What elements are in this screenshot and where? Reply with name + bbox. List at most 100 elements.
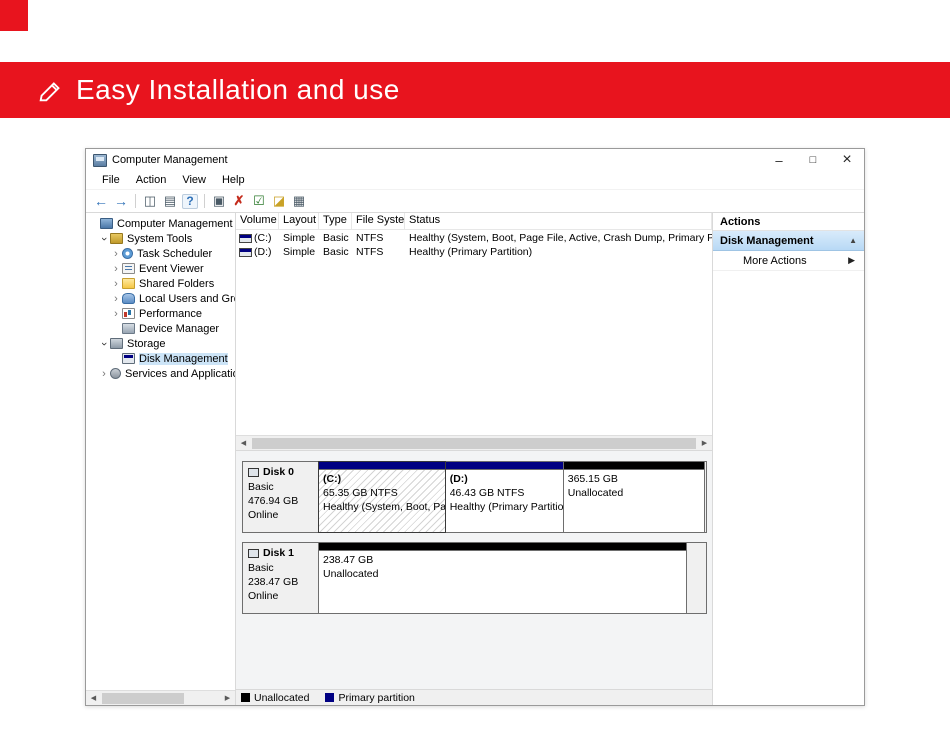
tree-item-disk-management[interactable]: Disk Management [86, 351, 235, 366]
disk-0-status: Online [248, 509, 314, 523]
chevron-right-icon[interactable]: › [99, 369, 109, 379]
disk-1-partitions: 238.47 GB Unallocated [319, 543, 706, 613]
screen-icon[interactable]: ▣ [209, 192, 229, 210]
export-list-icon[interactable]: ▤ [160, 192, 180, 210]
action-disk-management[interactable]: Disk Management ▲ [713, 231, 864, 251]
menu-action[interactable]: Action [128, 174, 175, 186]
banner: Easy Installation and use [0, 62, 950, 118]
tree-item-performance[interactable]: › Performance [86, 306, 235, 321]
actions-header: Actions [713, 213, 864, 231]
window-main: Computer Management (Local › System Tool… [86, 213, 864, 705]
column-type[interactable]: Type [319, 213, 352, 229]
volume-icon [239, 248, 252, 257]
clock-icon [122, 248, 133, 259]
chevron-right-icon[interactable]: › [111, 249, 121, 259]
chevron-right-icon[interactable]: › [111, 264, 121, 274]
pen-icon [36, 75, 66, 105]
console-tree-pane: Computer Management (Local › System Tool… [86, 213, 236, 705]
tree-item-system-tools[interactable]: › System Tools [86, 231, 235, 246]
disk-0-row: Disk 0 Basic 476.94 GB Online (C:) 65.35… [242, 461, 707, 533]
tree-horizontal-scrollbar[interactable]: ◀ ▶ [86, 690, 235, 705]
column-layout[interactable]: Layout [279, 213, 319, 229]
storage-icon [110, 338, 123, 349]
tree-item-shared-folders[interactable]: › Shared Folders [86, 276, 235, 291]
system-tools-icon [110, 233, 123, 244]
column-file-system[interactable]: File System [352, 213, 405, 229]
shared-folder-icon [122, 278, 135, 289]
menu-file[interactable]: File [94, 174, 128, 186]
titlebar: Computer Management – □ × [86, 149, 864, 171]
console-tree-icon[interactable]: ◫ [140, 192, 160, 210]
disk-0-kind: Basic [248, 481, 314, 495]
scrollbar-thumb[interactable] [102, 693, 184, 704]
legend-primary-partition: Primary partition [325, 692, 414, 704]
menu-view[interactable]: View [174, 174, 214, 186]
chevron-right-icon[interactable]: › [111, 294, 121, 304]
tree-item-device-manager[interactable]: Device Manager [86, 321, 235, 336]
services-icon [110, 368, 121, 379]
scrollbar-thumb[interactable] [252, 438, 696, 449]
close-button[interactable]: × [830, 149, 864, 171]
menu-help[interactable]: Help [214, 174, 253, 186]
scroll-right-icon[interactable]: ▶ [697, 436, 712, 451]
disk-management-icon [122, 353, 135, 364]
disk-0-partitions: (C:) 65.35 GB NTFS Healthy (System, Boot… [319, 462, 706, 532]
disk-0-size: 476.94 GB [248, 495, 314, 509]
unallocated-region-disk1[interactable]: 238.47 GB Unallocated [319, 543, 687, 613]
tree-item-storage[interactable]: › Storage [86, 336, 235, 351]
column-volume[interactable]: Volume [236, 213, 279, 229]
volume-list-horizontal-scrollbar[interactable]: ◀ ▶ [236, 435, 712, 450]
grid-icon[interactable]: ▦ [289, 192, 309, 210]
scroll-right-icon[interactable]: ▶ [220, 691, 235, 706]
chevron-down-icon[interactable]: › [99, 339, 109, 349]
forward-arrow-icon[interactable]: → [111, 192, 131, 210]
legend-bar: Unallocated Primary partition [236, 689, 712, 705]
console-tree: Computer Management (Local › System Tool… [86, 213, 235, 690]
center-pane: Volume Layout Type File System Status (C… [236, 213, 712, 705]
collapse-icon[interactable]: ▲ [849, 236, 857, 245]
disk-icon [248, 549, 259, 558]
tree-item-event-viewer[interactable]: › Event Viewer [86, 261, 235, 276]
delete-icon[interactable]: ✗ [229, 192, 249, 210]
computer-management-window: Computer Management – □ × File Action Vi… [85, 148, 865, 706]
menubar: File Action View Help [86, 171, 864, 190]
chevron-right-icon[interactable]: › [111, 309, 121, 319]
tree-item-local-users-groups[interactable]: › Local Users and Groups [86, 291, 235, 306]
disk-1-header[interactable]: Disk 1 Basic 238.47 GB Online [243, 543, 319, 613]
minimize-button[interactable]: – [762, 149, 796, 171]
chevron-down-icon[interactable]: › [99, 234, 109, 244]
scroll-left-icon[interactable]: ◀ [236, 436, 251, 451]
unallocated-band [564, 462, 704, 470]
performance-icon [122, 308, 135, 319]
help-icon[interactable]: ? [182, 194, 198, 209]
expand-icon[interactable]: ▶ [848, 255, 855, 266]
maximize-button[interactable]: □ [796, 149, 830, 171]
primary-partition-band [319, 462, 445, 470]
disk-0-header[interactable]: Disk 0 Basic 476.94 GB Online [243, 462, 319, 532]
partition-c[interactable]: (C:) 65.35 GB NTFS Healthy (System, Boot… [318, 461, 446, 533]
column-status[interactable]: Status [405, 213, 712, 229]
volume-row-c[interactable]: (C:) Simple Basic NTFS Healthy (System, … [236, 231, 712, 245]
tree-item-services-applications[interactable]: › Services and Applications [86, 366, 235, 381]
back-arrow-icon[interactable]: ← [91, 192, 111, 210]
corner-red-square [0, 0, 28, 31]
tree-item-task-scheduler[interactable]: › Task Scheduler [86, 246, 235, 261]
volume-list-header: Volume Layout Type File System Status [236, 213, 712, 230]
tree-item-computer-management[interactable]: Computer Management (Local [86, 216, 235, 231]
volume-icon [239, 234, 252, 243]
volume-list: Volume Layout Type File System Status (C… [236, 213, 712, 451]
unallocated-region-disk0[interactable]: 365.15 GB Unallocated [564, 462, 705, 532]
scroll-left-icon[interactable]: ◀ [86, 691, 101, 706]
disk-1-kind: Basic [248, 562, 314, 576]
toolbar-separator [135, 194, 136, 208]
graphical-view: Disk 0 Basic 476.94 GB Online (C:) 65.35… [236, 451, 712, 689]
action-more-actions[interactable]: More Actions ▶ [713, 251, 864, 271]
app-icon [93, 154, 107, 167]
chevron-right-icon[interactable]: › [111, 279, 121, 289]
disk-1-row: Disk 1 Basic 238.47 GB Online 238.47 GB [242, 542, 707, 614]
check-document-icon[interactable]: ☑ [249, 192, 269, 210]
folder-icon[interactable]: ◪ [269, 192, 289, 210]
primary-partition-band [446, 462, 563, 470]
volume-row-d[interactable]: (D:) Simple Basic NTFS Healthy (Primary … [236, 245, 712, 259]
partition-d[interactable]: (D:) 46.43 GB NTFS Healthy (Primary Part… [446, 462, 564, 532]
